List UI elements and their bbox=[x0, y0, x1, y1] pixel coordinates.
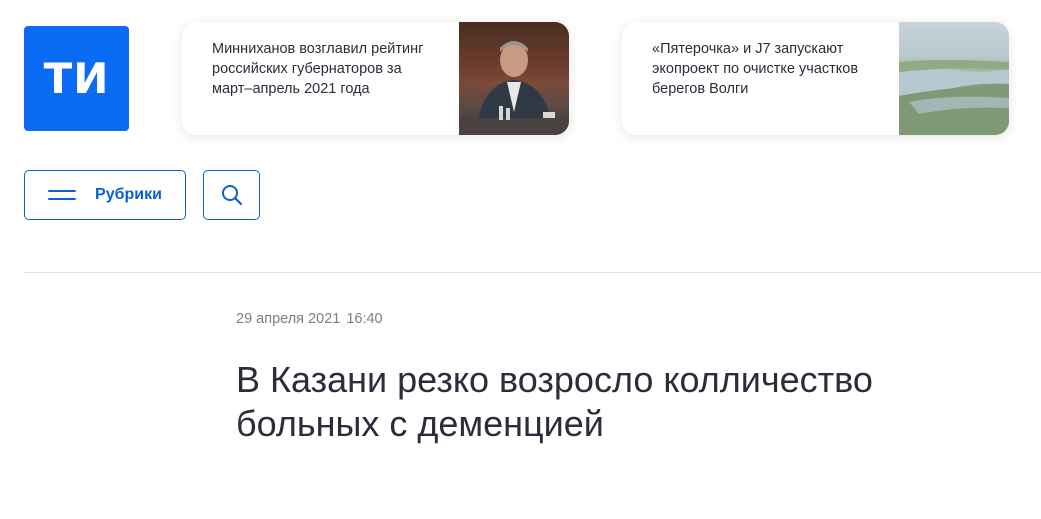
portrait-illustration bbox=[459, 41, 569, 135]
header-divider bbox=[24, 272, 1041, 273]
article-date: 29 апреля 2021 16:40 bbox=[236, 311, 383, 327]
official-portrait-image[interactable] bbox=[459, 22, 569, 135]
volga-river-image[interactable] bbox=[899, 22, 1009, 135]
logo-text: ТИ bbox=[43, 54, 110, 103]
site-logo[interactable]: ТИ bbox=[24, 26, 129, 131]
article-headline: В Казани резко возросло колличество боль… bbox=[236, 359, 873, 444]
menu-icon bbox=[48, 189, 77, 201]
top-news-card-2[interactable]: «Пятерочка» и J7 запускают экопроект по … bbox=[622, 22, 1009, 135]
rubrics-button[interactable]: Рубрики bbox=[24, 170, 186, 220]
top-news-card-1[interactable]: Минниханов возглавил рейтинг российских … bbox=[182, 22, 569, 135]
rubrics-label: Рубрики bbox=[95, 186, 162, 203]
article-time: 16:40 bbox=[346, 311, 383, 327]
top-news-title[interactable]: «Пятерочка» и J7 запускают экопроект по … bbox=[622, 22, 899, 135]
search-icon bbox=[221, 185, 242, 206]
river-illustration bbox=[899, 60, 1009, 135]
article-date-text: 29 апреля 2021 bbox=[236, 311, 341, 327]
top-news-title[interactable]: Минниханов возглавил рейтинг российских … bbox=[182, 22, 459, 135]
search-button[interactable] bbox=[203, 170, 260, 220]
